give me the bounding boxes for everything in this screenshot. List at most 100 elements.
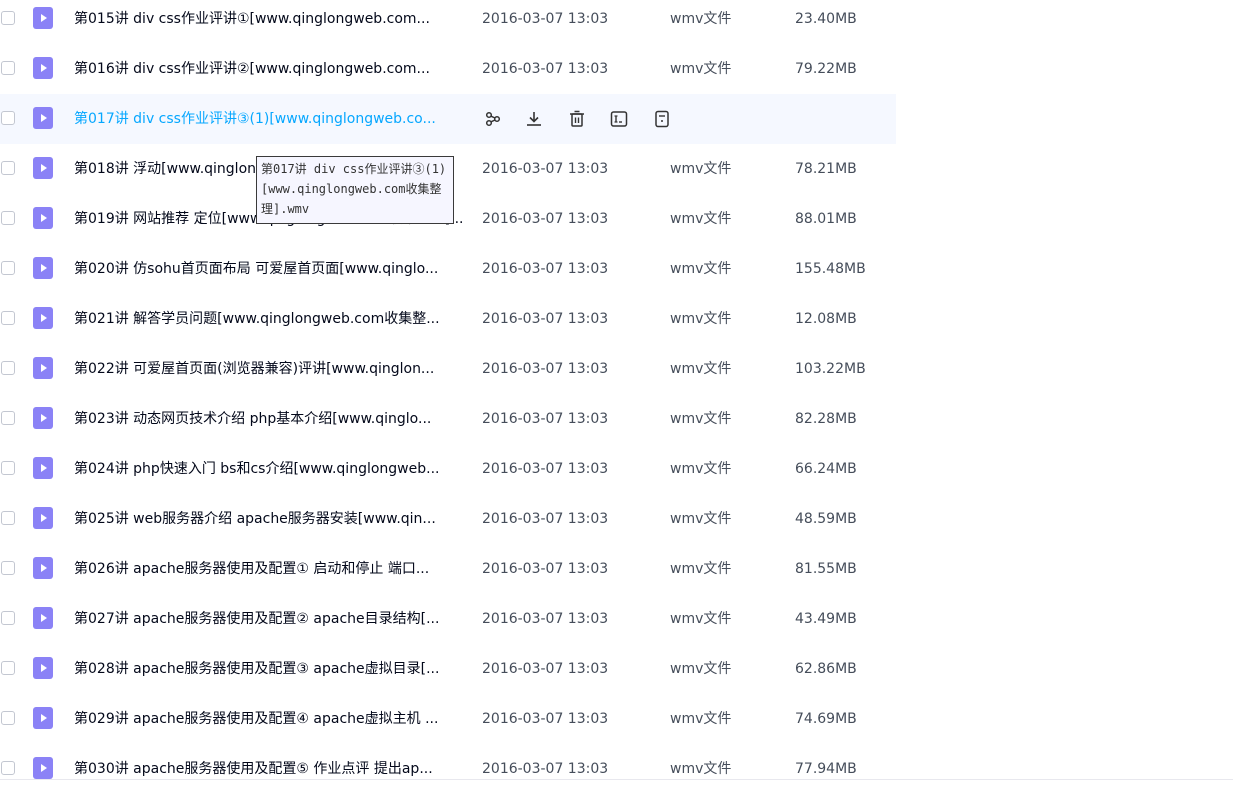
row-checkbox[interactable] — [1, 11, 15, 25]
file-type: wmv文件 — [670, 711, 732, 727]
file-size: 103.22MB — [795, 361, 866, 377]
file-size: 88.01MB — [795, 211, 857, 227]
row-checkbox[interactable] — [1, 511, 15, 525]
video-file-icon — [33, 757, 53, 779]
row-checkbox[interactable] — [1, 211, 15, 225]
file-date: 2016-03-07 13:03 — [482, 161, 609, 177]
video-file-icon — [33, 207, 53, 229]
video-file-icon — [33, 357, 53, 379]
file-name[interactable]: 第023讲 动态网页技术介绍 php基本介绍[www.qinglo... — [74, 409, 466, 429]
file-type: wmv文件 — [670, 61, 732, 77]
row-checkbox[interactable] — [1, 361, 15, 375]
file-type: wmv文件 — [670, 261, 732, 277]
file-list: 第015讲 div css作业评讲①[www.qinglongweb.com..… — [0, 0, 896, 794]
file-type: wmv文件 — [670, 461, 732, 477]
row-checkbox[interactable] — [1, 611, 15, 625]
file-type: wmv文件 — [670, 211, 732, 227]
row-checkbox[interactable] — [1, 311, 15, 325]
delete-icon[interactable] — [567, 108, 587, 130]
file-name[interactable]: 第029讲 apache服务器使用及配置④ apache虚拟主机 ... — [74, 709, 466, 729]
file-size: 82.28MB — [795, 411, 857, 427]
file-date: 2016-03-07 13:03 — [482, 11, 609, 27]
file-size: 81.55MB — [795, 561, 857, 577]
file-name[interactable]: 第026讲 apache服务器使用及配置① 启动和停止 端口... — [74, 559, 466, 579]
file-name[interactable]: 第017讲 div css作业评讲③(1)[www.qinglongweb.co… — [74, 109, 466, 129]
file-size: 79.22MB — [795, 61, 857, 77]
row-checkbox[interactable] — [1, 761, 15, 775]
file-type: wmv文件 — [670, 311, 732, 327]
file-type: wmv文件 — [670, 561, 732, 577]
video-file-icon — [33, 7, 53, 29]
row-checkbox[interactable] — [1, 711, 15, 725]
file-type: wmv文件 — [670, 161, 732, 177]
share-icon[interactable] — [483, 108, 503, 130]
file-date: 2016-03-07 13:03 — [482, 311, 609, 327]
video-file-icon — [33, 507, 53, 529]
video-file-icon — [33, 57, 53, 79]
filename-tooltip: 第017讲 div css作业评讲③(1)[www.qinglongweb.co… — [256, 156, 454, 224]
file-date: 2016-03-07 13:03 — [482, 61, 609, 77]
row-checkbox[interactable] — [1, 161, 15, 175]
video-file-icon — [33, 257, 53, 279]
file-row[interactable]: 第016讲 div css作业评讲②[www.qinglongweb.com..… — [0, 44, 896, 94]
row-checkbox[interactable] — [1, 261, 15, 275]
file-size: 66.24MB — [795, 461, 857, 477]
rename-icon[interactable] — [609, 108, 629, 130]
file-row[interactable]: 第027讲 apache服务器使用及配置② apache目录结构[... 2016… — [0, 594, 896, 644]
file-row[interactable]: 第022讲 可爱屋首页面(浏览器兼容)评讲[www.qinglon... 2016… — [0, 344, 896, 394]
file-row[interactable]: 第030讲 apache服务器使用及配置⑤ 作业点评 提出ap... 2016-0… — [0, 744, 896, 794]
file-type: wmv文件 — [670, 411, 732, 427]
file-row[interactable]: 第021讲 解答学员问题[www.qinglongweb.com收集整... 20… — [0, 294, 896, 344]
video-file-icon — [33, 657, 53, 679]
file-name[interactable]: 第028讲 apache服务器使用及配置③ apache虚拟目录[... — [74, 659, 466, 679]
file-date: 2016-03-07 13:03 — [482, 761, 609, 777]
file-size: 12.08MB — [795, 311, 857, 327]
file-row[interactable]: 第015讲 div css作业评讲①[www.qinglongweb.com..… — [0, 0, 896, 44]
file-name[interactable]: 第015讲 div css作业评讲①[www.qinglongweb.com..… — [74, 9, 466, 29]
file-row[interactable]: 第017讲 div css作业评讲③(1)[www.qinglongweb.co… — [0, 94, 896, 144]
file-size: 74.69MB — [795, 711, 857, 727]
file-row[interactable]: 第029讲 apache服务器使用及配置④ apache虚拟主机 ... 2016… — [0, 694, 896, 744]
file-name[interactable]: 第016讲 div css作业评讲②[www.qinglongweb.com..… — [74, 59, 466, 79]
file-name[interactable]: 第021讲 解答学员问题[www.qinglongweb.com收集整... — [74, 309, 466, 329]
file-row[interactable]: 第023讲 动态网页技术介绍 php基本介绍[www.qinglo... 2016… — [0, 394, 896, 444]
row-checkbox[interactable] — [1, 661, 15, 675]
row-checkbox[interactable] — [1, 61, 15, 75]
row-checkbox[interactable] — [1, 461, 15, 475]
file-type: wmv文件 — [670, 511, 732, 527]
file-name[interactable]: 第027讲 apache服务器使用及配置② apache目录结构[... — [74, 609, 466, 629]
file-date: 2016-03-07 13:03 — [482, 561, 609, 577]
file-size: 43.49MB — [795, 611, 857, 627]
file-row[interactable]: 第025讲 web服务器介绍 apache服务器安装[www.qin... 201… — [0, 494, 896, 544]
file-size: 23.40MB — [795, 11, 857, 27]
file-type: wmv文件 — [670, 611, 732, 627]
row-checkbox[interactable] — [1, 411, 15, 425]
row-checkbox[interactable] — [1, 111, 15, 125]
file-row[interactable]: 第028讲 apache服务器使用及配置③ apache虚拟目录[... 2016… — [0, 644, 896, 694]
video-file-icon — [33, 607, 53, 629]
file-row[interactable]: 第026讲 apache服务器使用及配置① 启动和停止 端口... 2016-03… — [0, 544, 896, 594]
file-name[interactable]: 第025讲 web服务器介绍 apache服务器安装[www.qin... — [74, 509, 466, 529]
file-size: 62.86MB — [795, 661, 857, 677]
file-name[interactable]: 第022讲 可爱屋首页面(浏览器兼容)评讲[www.qinglon... — [74, 359, 466, 379]
file-size: 48.59MB — [795, 511, 857, 527]
more-info-icon[interactable] — [652, 108, 672, 130]
file-row[interactable]: 第020讲 仿sohu首页面布局 可爱屋首页面[www.qinglo... 201… — [0, 244, 896, 294]
file-size: 155.48MB — [795, 261, 866, 277]
file-type: wmv文件 — [670, 761, 732, 777]
download-icon[interactable] — [524, 108, 544, 130]
file-date: 2016-03-07 13:03 — [482, 461, 609, 477]
file-date: 2016-03-07 13:03 — [482, 611, 609, 627]
file-row[interactable]: 第024讲 php快速入门 bs和cs介绍[www.qinglongweb...… — [0, 444, 896, 494]
file-type: wmv文件 — [670, 11, 732, 27]
file-type: wmv文件 — [670, 361, 732, 377]
file-date: 2016-03-07 13:03 — [482, 511, 609, 527]
file-name[interactable]: 第020讲 仿sohu首页面布局 可爱屋首页面[www.qinglo... — [74, 259, 466, 279]
file-name[interactable]: 第024讲 php快速入门 bs和cs介绍[www.qinglongweb... — [74, 459, 466, 479]
file-date: 2016-03-07 13:03 — [482, 411, 609, 427]
row-checkbox[interactable] — [1, 561, 15, 575]
file-date: 2016-03-07 13:03 — [482, 711, 609, 727]
video-file-icon — [33, 157, 53, 179]
video-file-icon — [33, 407, 53, 429]
file-name[interactable]: 第030讲 apache服务器使用及配置⑤ 作业点评 提出ap... — [74, 759, 466, 779]
